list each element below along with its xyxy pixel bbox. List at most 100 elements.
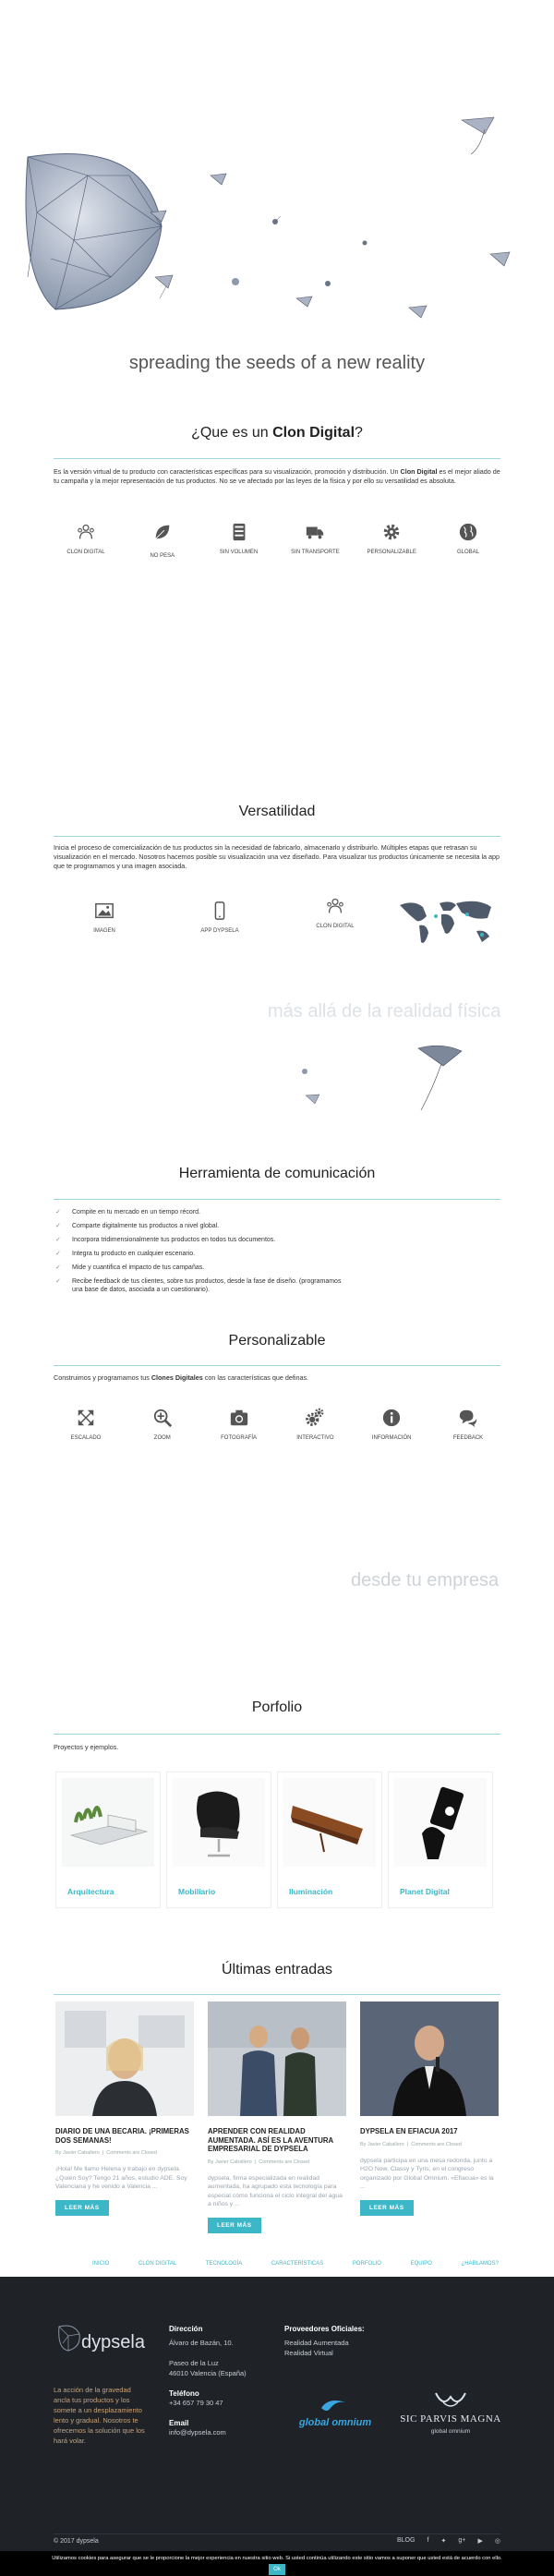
read-more-button[interactable]: LEER MÁS xyxy=(208,2217,261,2233)
footer-phone[interactable]: +34 657 79 30 47 xyxy=(169,2398,271,2408)
seed-illustration xyxy=(272,215,282,224)
portfolio-card-label: Planet Digital xyxy=(400,1887,450,1896)
footer-direccion: Dirección Álvaro de Bazán, 10. Paseo de … xyxy=(169,2325,271,2437)
footer-proveedores: Proveedores Oficiales: Realidad Aumentad… xyxy=(284,2325,469,2358)
feature-no-pesa: NO PESA xyxy=(130,522,195,559)
footer-logo: dypsela xyxy=(54,2323,155,2356)
post-title[interactable]: APRENDER CON REALIDAD AUMENTADA. ASÍ ES … xyxy=(208,2127,346,2154)
globe-icon xyxy=(459,523,477,541)
footer-nav-item[interactable]: PORFOLIO xyxy=(353,2261,381,2267)
seed-illustration xyxy=(302,1069,307,1074)
seed-illustration xyxy=(154,274,174,299)
post-meta: By Javier Caballero | Comments are Close… xyxy=(55,2150,157,2156)
que-es-text: Es la versión virtual de tu producto con… xyxy=(54,467,500,486)
portfolio-card-arquitectura[interactable]: Arquitectura xyxy=(55,1772,161,1908)
divider xyxy=(54,458,500,459)
youtube-icon[interactable]: ▶ xyxy=(477,2537,482,2545)
post-excerpt: ¡Hola! Me llamo Helena y trabajo en dyps… xyxy=(55,2166,187,2190)
partner-label: global omnium xyxy=(298,2417,372,2428)
lamp-image xyxy=(283,1778,376,1867)
que-es-title-suffix: ? xyxy=(355,425,363,441)
footer-address-line: Álvaro de Bazán, 10. xyxy=(169,2339,234,2347)
list-item: ✓ Recibe feedback de tus clientes, sobre … xyxy=(55,1277,342,1294)
que-es-title: ¿Que es un Clon Digital? xyxy=(0,425,554,441)
post-comments: Comments are Closed xyxy=(106,2150,157,2156)
footer-address-line: 46010 Valencia (España) xyxy=(169,2369,247,2377)
post-image xyxy=(55,2002,194,2116)
footer-nav-item[interactable]: EQUIPO xyxy=(411,2261,432,2267)
twitter-icon[interactable]: ✦ xyxy=(441,2537,447,2545)
hero-tagline: spreading the seeds of a new reality xyxy=(128,353,426,373)
post-author[interactable]: By Javier Caballero xyxy=(55,2150,100,2156)
seed-illustration xyxy=(489,251,511,267)
list-item-text: Incorpora tridimensionalmente tus produc… xyxy=(72,1237,276,1243)
seed-illustration xyxy=(325,281,331,286)
gears-icon xyxy=(306,1408,324,1426)
facebook-icon[interactable]: f xyxy=(428,2537,429,2545)
feature-label: GLOBAL xyxy=(456,550,479,555)
read-more-button[interactable]: LEER MÁS xyxy=(360,2199,414,2216)
footer-nav-item[interactable]: ¿HABLAMOS? xyxy=(462,2261,499,2267)
versatilidad-label: APP DYPSELA xyxy=(200,928,239,934)
seed-illustration xyxy=(295,296,313,308)
footer-email[interactable]: info@dypsela.com xyxy=(169,2427,271,2437)
personalizable-label: FOTOGRAFÍA xyxy=(221,1435,258,1441)
porfolio-title: Porfolio xyxy=(251,1699,303,1715)
versatilidad-title: Versatilidad xyxy=(238,804,316,819)
feature-label: PERSONALIZABLE xyxy=(367,550,416,555)
check-icon: ✓ xyxy=(55,1209,61,1215)
list-item: ✓ Compite en tu mercado en un tiempo réco… xyxy=(55,1208,499,1216)
portfolio-card-label: Iluminación xyxy=(289,1887,333,1896)
portfolio-card-label: Arquitectura xyxy=(67,1887,114,1896)
post-author[interactable]: By Javier Caballero xyxy=(208,2159,252,2165)
post-title[interactable]: DIARIO DE UNA BECARIA. ¡PRIMERAS DOS SEM… xyxy=(55,2127,194,2145)
post-author[interactable]: By Javier Caballero xyxy=(360,2142,404,2147)
footer-heading: Email xyxy=(169,2419,189,2427)
versatilidad-clon: CLON DIGITAL xyxy=(303,896,367,929)
personalizable-escalado: ESCALADO xyxy=(54,1408,118,1441)
footer-heading: Proveedores Oficiales: xyxy=(284,2325,365,2333)
expand-icon xyxy=(78,1409,94,1426)
personalizable-fotografia: FOTOGRAFÍA xyxy=(207,1408,271,1441)
partner-sublabel: global omnium xyxy=(430,2428,471,2435)
footer-nav-item[interactable]: TECNOLOGÍA xyxy=(206,2261,242,2267)
blog-post: DYPSELA EN EFIACUA 2017 By Javier Caball… xyxy=(360,2002,499,2216)
chair-image xyxy=(173,1778,265,1867)
partner-global-omnium[interactable]: global omnium xyxy=(284,2397,386,2434)
personalizable-informacion: INFORMACIÓN xyxy=(359,1408,424,1441)
blog-post: APRENDER CON REALIDAD AUMENTADA. ASÍ ES … xyxy=(208,2002,346,2233)
footer-nav-item[interactable]: INICIO xyxy=(92,2261,109,2267)
footer-nav-item[interactable]: CLON DIGITAL xyxy=(138,2261,176,2267)
list-item: ✓ Mide y cuantifica el impacto de tus cam… xyxy=(55,1264,499,1272)
portfolio-card-mobiliario[interactable]: Mobiliario xyxy=(166,1772,271,1908)
list-item-text: Compite en tu mercado en un tiempo récor… xyxy=(72,1209,200,1215)
divider xyxy=(54,836,500,837)
portfolio-card-label: Mobiliario xyxy=(178,1887,216,1896)
divider xyxy=(54,1734,500,1735)
partner-sic-parvis-magna[interactable]: SIC PARVIS MAGNA global omnium xyxy=(395,2389,506,2445)
features-row: CLON DIGITAL NO PESA SIN VOLUMEN SIN TRA… xyxy=(54,522,500,559)
seed-illustration xyxy=(305,1094,320,1105)
image-icon xyxy=(95,902,114,919)
google-plus-icon[interactable]: g+ xyxy=(458,2537,465,2545)
check-icon: ✓ xyxy=(55,1237,61,1243)
sic-parvis-magna-logo-icon xyxy=(435,2392,466,2407)
footer-nav-item[interactable]: CARACTERÍSTICAS xyxy=(271,2261,323,2267)
footer-heading: Teléfono xyxy=(169,2389,199,2398)
banner-text: desde tu empresa xyxy=(351,1570,500,1590)
personalizable-text: Construimos y programamos tus Clones Dig… xyxy=(54,1373,500,1383)
cookie-text: Utilizamos cookies para asegurar que se … xyxy=(52,2556,502,2561)
blog-link[interactable]: BLOG xyxy=(397,2537,415,2545)
cookie-ok-button[interactable]: Ok xyxy=(269,2564,285,2575)
portfolio-card-planet-digital[interactable]: Planet Digital xyxy=(388,1772,493,1908)
divider xyxy=(54,1199,500,1200)
herramienta-title: Herramienta de comunicación xyxy=(178,1166,376,1181)
portfolio-card-iluminacion[interactable]: Iluminación xyxy=(277,1772,382,1908)
read-more-button[interactable]: LEER MÁS xyxy=(55,2199,109,2216)
personalizable-label: INFORMACIÓN xyxy=(371,1435,412,1441)
personalizable-label: ESCALADO xyxy=(70,1435,102,1441)
seed-illustration xyxy=(150,210,167,223)
instagram-icon[interactable]: ◎ xyxy=(495,2537,500,2545)
seed-illustration xyxy=(417,1045,463,1111)
post-title[interactable]: DYPSELA EN EFIACUA 2017 xyxy=(360,2127,499,2136)
